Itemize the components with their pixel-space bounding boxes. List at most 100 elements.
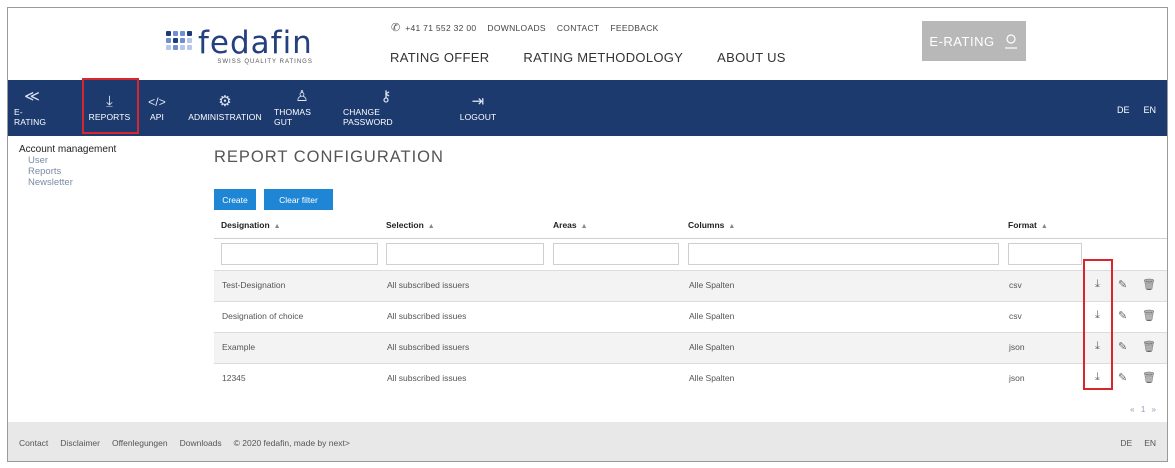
edit-icon[interactable]: ✎ bbox=[1118, 278, 1127, 291]
toolbar-e-rating-label: E-RATING bbox=[14, 107, 47, 127]
footer-downloads-link[interactable]: Downloads bbox=[180, 438, 222, 448]
app-toolbar: ≪ E-RATING ⤓ REPORTS </> API ⚙ ADMINISTR… bbox=[8, 80, 1167, 136]
user-icon bbox=[1004, 34, 1017, 49]
col-header-format[interactable]: Format ▲ bbox=[1008, 220, 1048, 230]
trash-icon[interactable]: 🗑 bbox=[1142, 309, 1156, 322]
double-chevron-left-icon: ≪ bbox=[24, 88, 40, 105]
reports-highlight-box bbox=[82, 78, 139, 134]
lang-en[interactable]: EN bbox=[1143, 105, 1156, 115]
toolbar-administration[interactable]: ⚙ ADMINISTRATION bbox=[188, 80, 262, 136]
trash-icon[interactable]: 🗑 bbox=[1142, 278, 1156, 291]
filter-format-input[interactable] bbox=[1008, 243, 1082, 265]
footer-contact-link[interactable]: Contact bbox=[19, 438, 48, 448]
sort-asc-icon: ▲ bbox=[427, 223, 435, 230]
cell-selection: All subscribed issuers bbox=[387, 342, 470, 352]
page-title: REPORT CONFIGURATION bbox=[214, 148, 444, 166]
feedback-link[interactable]: FEEDBACK bbox=[610, 23, 658, 33]
nav-about-us[interactable]: ABOUT US bbox=[717, 50, 786, 65]
sidebar-title: Account management bbox=[19, 144, 117, 155]
col-header-columns[interactable]: Columns ▲ bbox=[688, 220, 735, 230]
footer-copyright: © 2020 fedafin, made by next> bbox=[233, 438, 350, 448]
gear-icon: ⚙ bbox=[218, 93, 232, 110]
logout-icon: ⇥ bbox=[471, 93, 485, 110]
filter-selection-input[interactable] bbox=[386, 243, 544, 265]
footer-offenlegungen-link[interactable]: Offenlegungen bbox=[112, 438, 168, 448]
edit-icon[interactable]: ✎ bbox=[1118, 309, 1127, 322]
toolbar-change-password[interactable]: ⚷ CHANGE PASSWORD bbox=[343, 80, 429, 136]
header-divider bbox=[214, 238, 1167, 239]
footer: Contact Disclaimer Offenlegungen Downloa… bbox=[8, 422, 1167, 461]
clear-filter-button[interactable]: Clear filter bbox=[264, 189, 333, 210]
cell-format: csv bbox=[1009, 311, 1022, 321]
code-icon: </> bbox=[148, 95, 166, 109]
key-icon: ⚷ bbox=[380, 88, 392, 105]
col-header-areas[interactable]: Areas ▲ bbox=[553, 220, 588, 230]
cell-selection: All subscribed issues bbox=[387, 311, 467, 321]
col-header-selection[interactable]: Selection ▲ bbox=[386, 220, 435, 230]
trash-icon[interactable]: 🗑 bbox=[1142, 340, 1156, 353]
filter-designation-input[interactable] bbox=[221, 243, 378, 265]
toolbar-logout-label: LOGOUT bbox=[459, 112, 497, 122]
lang-de[interactable]: DE bbox=[1117, 105, 1130, 115]
pager-page-1[interactable]: 1 bbox=[1141, 405, 1147, 414]
cell-designation: Example bbox=[222, 342, 256, 352]
download-column-highlight-box bbox=[1083, 259, 1113, 390]
e-rating-button[interactable]: E-RATING bbox=[922, 21, 1026, 61]
footer-lang-en[interactable]: EN bbox=[1144, 438, 1156, 448]
toolbar-logout[interactable]: ⇥ LOGOUT bbox=[460, 80, 496, 136]
sort-asc-icon: ▲ bbox=[580, 223, 588, 230]
filter-areas-input[interactable] bbox=[553, 243, 679, 265]
toolbar-api[interactable]: </> API bbox=[148, 80, 166, 136]
col-header-designation[interactable]: Designation ▲ bbox=[221, 220, 281, 230]
fedafin-logo[interactable]: fedafin SWISS QUALITY RATINGS bbox=[166, 28, 313, 65]
toolbar-administration-label: ADMINISTRATION bbox=[188, 112, 262, 122]
trash-icon[interactable]: 🗑 bbox=[1142, 371, 1156, 384]
toolbar-user-label: THOMAS GUT bbox=[274, 107, 311, 127]
sort-asc-icon: ▲ bbox=[273, 223, 281, 230]
cell-columns: Alle Spalten bbox=[689, 342, 735, 352]
pager-next[interactable]: » bbox=[1152, 405, 1158, 414]
nav-rating-methodology[interactable]: RATING METHODOLOGY bbox=[523, 50, 683, 65]
cell-columns: Alle Spalten bbox=[689, 373, 735, 383]
cell-columns: Alle Spalten bbox=[689, 311, 735, 321]
table-row: 12345 All subscribed issues Alle Spalten… bbox=[214, 363, 1167, 394]
logo-mark-icon bbox=[166, 31, 192, 50]
cell-designation: Designation of choice bbox=[222, 311, 304, 321]
footer-links: Contact Disclaimer Offenlegungen Downloa… bbox=[19, 438, 350, 448]
downloads-link[interactable]: DOWNLOADS bbox=[487, 23, 545, 33]
toolbar-e-rating[interactable]: ≪ E-RATING bbox=[14, 80, 50, 136]
phone-icon: ✆ bbox=[391, 22, 401, 34]
sidebar-item-newsletter[interactable]: Newsletter bbox=[28, 177, 179, 188]
logo-subtitle: SWISS QUALITY RATINGS bbox=[217, 59, 313, 65]
filter-columns-input[interactable] bbox=[688, 243, 999, 265]
cell-designation: Test-Designation bbox=[222, 280, 286, 290]
pager-prev[interactable]: « bbox=[1130, 405, 1136, 414]
cell-format: json bbox=[1009, 342, 1025, 352]
edit-icon[interactable]: ✎ bbox=[1118, 371, 1127, 384]
sort-asc-icon: ▲ bbox=[1040, 223, 1048, 230]
phone-number: +41 71 552 32 00 bbox=[405, 23, 477, 33]
create-button[interactable]: Create bbox=[214, 189, 256, 210]
user-icon: ♙ bbox=[295, 88, 309, 105]
app-window: fedafin SWISS QUALITY RATINGS ✆ +41 71 5… bbox=[7, 7, 1168, 462]
footer-lang-de[interactable]: DE bbox=[1120, 438, 1132, 448]
language-switch: DE EN bbox=[1117, 105, 1156, 115]
cell-format: json bbox=[1009, 373, 1025, 383]
toolbar-user[interactable]: ♙ THOMAS GUT bbox=[274, 80, 330, 136]
toolbar-api-label: API bbox=[149, 112, 164, 122]
sidebar-item-user[interactable]: User bbox=[28, 155, 179, 166]
contact-link[interactable]: CONTACT bbox=[557, 23, 600, 33]
cell-columns: Alle Spalten bbox=[689, 280, 735, 290]
toolbar-change-password-label: CHANGE PASSWORD bbox=[343, 107, 393, 127]
footer-language-switch: DE EN bbox=[1120, 438, 1156, 448]
sidebar: Account management User Reports Newslett… bbox=[19, 144, 179, 188]
phone-link[interactable]: ✆ +41 71 552 32 00 bbox=[391, 21, 476, 34]
sidebar-item-reports[interactable]: Reports bbox=[28, 166, 179, 177]
nav-rating-offer[interactable]: RATING OFFER bbox=[390, 50, 489, 65]
edit-icon[interactable]: ✎ bbox=[1118, 340, 1127, 353]
e-rating-label: E-RATING bbox=[929, 33, 995, 49]
main-navigation: RATING OFFER RATING METHODOLOGY ABOUT US bbox=[390, 50, 786, 65]
logo-text: fedafin bbox=[198, 25, 313, 61]
footer-disclaimer-link[interactable]: Disclaimer bbox=[60, 438, 100, 448]
table-row: Test-Designation All subscribed issuers … bbox=[214, 270, 1167, 301]
